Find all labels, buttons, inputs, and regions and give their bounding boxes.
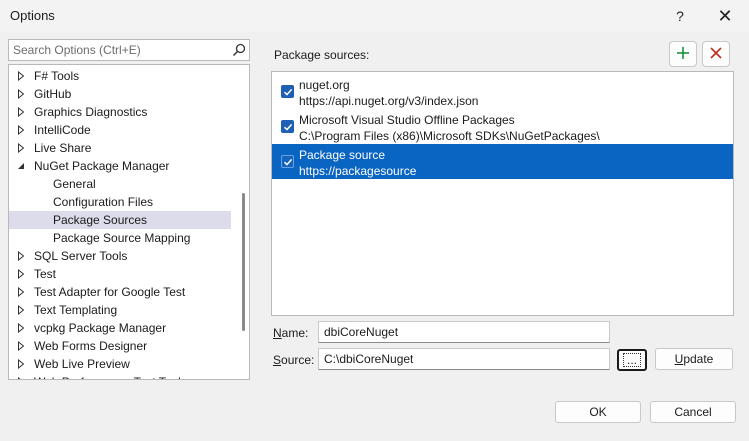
- tree-item-label: Graphics Diagnostics: [34, 105, 148, 119]
- tree-item[interactable]: vcpkg Package Manager: [9, 319, 231, 337]
- tree-item-label: IntelliCode: [34, 123, 91, 137]
- collapsed-arrow-icon[interactable]: [15, 319, 27, 337]
- update-button[interactable]: Update: [655, 348, 733, 370]
- window-title: Options: [10, 8, 55, 23]
- tree-item-label: Web Performance Test Tools: [34, 373, 187, 379]
- collapsed-arrow-icon[interactable]: [15, 373, 27, 379]
- close-icon: [709, 46, 723, 63]
- package-source-row[interactable]: nuget.org https://api.nuget.org/v3/index.…: [272, 74, 733, 109]
- source-name: nuget.org: [299, 78, 350, 92]
- source-label: Source:: [273, 353, 315, 367]
- tree-item-label: vcpkg Package Manager: [34, 321, 167, 335]
- tree-item-label: Package Source Mapping: [53, 231, 191, 245]
- tree-item-label: F# Tools: [34, 69, 80, 83]
- tree-item-label: Package Sources: [53, 213, 148, 227]
- checkmark-icon: [283, 158, 292, 166]
- tree-item[interactable]: Graphics Diagnostics: [9, 103, 231, 121]
- tree-item[interactable]: Web Live Preview: [9, 355, 231, 373]
- tree-item[interactable]: Text Templating: [9, 301, 231, 319]
- browse-button[interactable]: ...: [617, 349, 647, 371]
- tree-item-label: Configuration Files: [53, 195, 154, 209]
- add-source-button[interactable]: [669, 41, 697, 67]
- tree-scrollbar-thumb[interactable]: [242, 193, 245, 331]
- tree-item[interactable]: Test Adapter for Google Test: [9, 283, 231, 301]
- package-sources-heading: Package sources:: [274, 48, 370, 62]
- source-enabled-checkbox[interactable]: [281, 120, 294, 133]
- collapsed-arrow-icon[interactable]: [15, 67, 27, 85]
- tree-item-label: SQL Server Tools: [34, 249, 128, 263]
- tree-item-label: Web Forms Designer: [34, 339, 148, 353]
- name-field[interactable]: [319, 322, 609, 342]
- collapsed-arrow-icon[interactable]: [15, 85, 27, 103]
- source-field[interactable]: [319, 349, 609, 369]
- search-options-box: [8, 39, 250, 61]
- package-source-row[interactable]: Package source https://packagesource: [272, 144, 733, 179]
- title-bar: Options ? ✕: [0, 0, 749, 32]
- source-field-box: [318, 348, 610, 370]
- tree-item[interactable]: NuGet Package Manager: [9, 157, 231, 175]
- tree-item[interactable]: Web Forms Designer: [9, 337, 231, 355]
- source-name: Package source: [299, 148, 386, 162]
- tree-item-label: GitHub: [34, 87, 72, 101]
- source-enabled-checkbox[interactable]: [281, 85, 294, 98]
- tree-item-label: Test Adapter for Google Test: [34, 285, 186, 299]
- tree-item[interactable]: F# Tools: [9, 67, 231, 85]
- tree-item-label: Web Live Preview: [34, 357, 130, 371]
- search-icon[interactable]: [232, 43, 246, 57]
- package-sources-list: nuget.org https://api.nuget.org/v3/index.…: [271, 71, 734, 316]
- tree-item[interactable]: Live Share: [9, 139, 231, 157]
- source-url: C:\Program Files (x86)\Microsoft SDKs\Nu…: [299, 129, 600, 143]
- collapsed-arrow-icon[interactable]: [15, 283, 27, 301]
- checkmark-icon: [283, 88, 292, 96]
- tree-item-label: NuGet Package Manager: [34, 159, 170, 173]
- tree-item[interactable]: Web Performance Test Tools: [9, 373, 231, 379]
- cancel-button[interactable]: Cancel: [650, 401, 736, 423]
- ok-button[interactable]: OK: [555, 401, 641, 423]
- help-button[interactable]: ?: [665, 4, 695, 28]
- close-window-button[interactable]: ✕: [710, 4, 740, 28]
- plus-icon: [676, 46, 690, 63]
- tree-item[interactable]: Package Sources: [9, 211, 231, 229]
- tree-item[interactable]: Test: [9, 265, 231, 283]
- remove-source-button[interactable]: [702, 41, 730, 67]
- collapsed-arrow-icon[interactable]: [15, 139, 27, 157]
- browse-button-label: ...: [622, 353, 641, 367]
- collapsed-arrow-icon[interactable]: [15, 247, 27, 265]
- tree-scrollbar[interactable]: [239, 65, 249, 379]
- collapsed-arrow-icon[interactable]: [15, 337, 27, 355]
- name-label: Name:: [273, 326, 309, 340]
- collapsed-arrow-icon[interactable]: [15, 355, 27, 373]
- tree-item[interactable]: IntelliCode: [9, 121, 231, 139]
- tree-item[interactable]: SQL Server Tools: [9, 247, 231, 265]
- collapsed-arrow-icon[interactable]: [15, 103, 27, 121]
- tree-item[interactable]: Configuration Files: [9, 193, 231, 211]
- source-url: https://api.nuget.org/v3/index.json: [299, 94, 479, 108]
- update-button-label: Update: [674, 352, 714, 366]
- expanded-arrow-icon[interactable]: [15, 157, 27, 175]
- source-enabled-checkbox[interactable]: [281, 155, 294, 168]
- tree-item[interactable]: General: [9, 175, 231, 193]
- source-name: Microsoft Visual Studio Offline Packages: [299, 113, 515, 127]
- source-url: https://packagesource: [299, 164, 417, 178]
- collapsed-arrow-icon[interactable]: [15, 301, 27, 319]
- options-tree: F# Tools GitHub Graphics Diagnostics Intell…: [8, 64, 250, 380]
- tree-item[interactable]: Package Source Mapping: [9, 229, 231, 247]
- name-field-box: [318, 321, 610, 343]
- tree-item-label: General: [53, 177, 96, 191]
- tree-item-label: Test: [34, 267, 57, 281]
- collapsed-arrow-icon[interactable]: [15, 121, 27, 139]
- package-source-row[interactable]: Microsoft Visual Studio Offline Packages…: [272, 109, 733, 144]
- tree-item-label: Text Templating: [34, 303, 118, 317]
- tree-item[interactable]: GitHub: [9, 85, 231, 103]
- tree-item-label: Live Share: [34, 141, 92, 155]
- checkmark-icon: [283, 123, 292, 131]
- collapsed-arrow-icon[interactable]: [15, 265, 27, 283]
- search-options-input[interactable]: [9, 40, 231, 60]
